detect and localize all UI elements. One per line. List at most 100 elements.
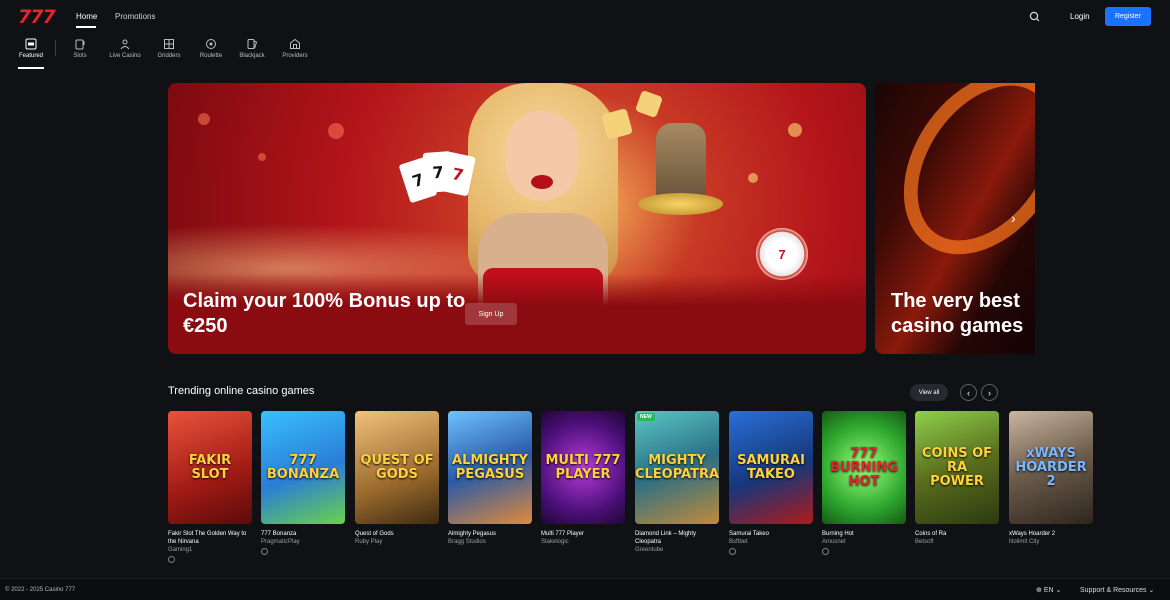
- featured-icon: [25, 38, 37, 50]
- category-featured[interactable]: Featured: [9, 38, 53, 59]
- globe-icon: ⊕: [1036, 587, 1042, 594]
- game-provider: Bragg Studios: [448, 539, 486, 545]
- divider: [55, 40, 56, 56]
- language-selector[interactable]: ⊕ EN ⌄: [1036, 586, 1061, 594]
- category-label: Gridders: [157, 53, 181, 59]
- gold-coins: [638, 193, 723, 215]
- hero2-title-line: casino games: [891, 315, 1024, 337]
- category-live-casino[interactable]: Live Casino: [103, 38, 147, 59]
- game-card[interactable]: FAKIR SLOT Fakir Slot The Golden Way to …: [168, 411, 252, 563]
- sign-up-button[interactable]: Sign Up: [465, 303, 517, 325]
- bokeh-light: [198, 113, 210, 125]
- game-thumbnail[interactable]: xWAYS HOARDER 2: [1009, 411, 1093, 524]
- cards-icon: [247, 39, 258, 49]
- game-name[interactable]: Diamond Link – Mighty Cleopatra: [635, 530, 719, 546]
- info-icon[interactable]: [822, 548, 829, 555]
- category-label: Providers: [282, 53, 308, 59]
- nav-home[interactable]: Home: [76, 12, 97, 21]
- support-resources-dropdown[interactable]: Support & Resources ⌄: [1080, 586, 1154, 594]
- category-label: Live Casino: [109, 53, 141, 59]
- category-blackjack[interactable]: Blackjack: [230, 38, 274, 59]
- chip-label: 7: [778, 246, 786, 262]
- game-provider: Ruby Play: [355, 539, 383, 545]
- game-thumbnail[interactable]: QUEST OF GODS: [355, 411, 439, 524]
- game-name[interactable]: Coins of Ra: [915, 530, 999, 538]
- game-thumbnail[interactable]: MULTI 777 PLAYER: [541, 411, 625, 524]
- hero2-title: The very best casino games: [891, 289, 1035, 339]
- info-icon[interactable]: [729, 548, 736, 555]
- category-gridders[interactable]: Gridders: [147, 38, 191, 59]
- grid-icon: [164, 39, 174, 49]
- info-icon[interactable]: [261, 548, 268, 555]
- category-slots[interactable]: Slots: [58, 38, 102, 59]
- roulette-icon: [206, 39, 216, 49]
- category-roulette[interactable]: Roulette: [189, 38, 233, 59]
- register-button[interactable]: Register: [1105, 7, 1151, 26]
- bokeh-light: [748, 173, 758, 183]
- game-thumbnail[interactable]: 777 BONANZA: [261, 411, 345, 524]
- footer: © 2022 - 2025 Casino 777 ⊕ EN ⌄ Support …: [0, 578, 1170, 600]
- casino-chip: 7: [756, 228, 808, 280]
- game-card[interactable]: 777 BONANZA 777 Bonanza PragmaticPlay: [261, 411, 345, 555]
- game-name[interactable]: Almighty Pegasus: [448, 530, 532, 538]
- game-art-title: SAMURAI TAKEO: [737, 452, 805, 482]
- game-name[interactable]: xWays Hoarder 2: [1009, 530, 1093, 538]
- game-art-title: 777 BURNING HOT: [830, 445, 898, 489]
- view-all-button[interactable]: View all: [910, 384, 948, 401]
- game-art-title: ALMIGHTY PEGASUS: [452, 452, 528, 482]
- game-card[interactable]: SAMURAI TAKEO Samurai Takeo Bsftbet: [729, 411, 813, 555]
- bokeh-light: [328, 123, 344, 139]
- category-label: Featured: [18, 53, 43, 59]
- bokeh-light: [258, 153, 266, 161]
- game-name[interactable]: Fakir Slot The Golden Way to the Nirvana: [168, 530, 252, 546]
- game-card[interactable]: xWAYS HOARDER 2 xWays Hoarder 2 Nolimit …: [1009, 411, 1093, 546]
- game-thumbnail[interactable]: NEW MIGHTY CLEOPATRA: [635, 411, 719, 524]
- game-thumbnail[interactable]: ALMIGHTY PEGASUS: [448, 411, 532, 524]
- game-name[interactable]: 777 Bonanza: [261, 530, 345, 538]
- carousel-next-icon[interactable]: ›: [1011, 210, 1016, 226]
- flame-swirl: [875, 83, 1035, 286]
- search-icon[interactable]: [1028, 10, 1042, 24]
- game-thumbnail[interactable]: SAMURAI TAKEO: [729, 411, 813, 524]
- game-card[interactable]: ALMIGHTY PEGASUS Almighty Pegasus Bragg …: [448, 411, 532, 546]
- game-art-title: xWAYS HOARDER 2: [1015, 445, 1087, 489]
- category-label: Blackjack: [239, 53, 265, 59]
- game-thumbnail[interactable]: FAKIR SLOT: [168, 411, 252, 524]
- support-label: Support & Resources: [1080, 587, 1147, 594]
- next-arrow-icon[interactable]: ›: [981, 384, 998, 401]
- chevron-down-icon: ⌄: [1055, 587, 1062, 594]
- hero-banner[interactable]: 7 7 7 7 Claim your 100% Bonus up to €250…: [168, 83, 866, 354]
- game-card[interactable]: NEW MIGHTY CLEOPATRA Diamond Link – Migh…: [635, 411, 719, 554]
- game-provider: Gaming1: [168, 547, 193, 553]
- game-card[interactable]: QUEST OF GODS Quest of Gods Ruby Play: [355, 411, 439, 546]
- game-art-title: COINS OF RA POWER: [921, 445, 993, 489]
- category-label: Slots: [73, 53, 87, 59]
- nav-active-indicator: [76, 26, 96, 28]
- section-title: Trending online casino games: [168, 385, 315, 397]
- woman-mouth: [531, 175, 553, 189]
- playing-cards: 7 7 7: [398, 148, 484, 208]
- language-code: EN: [1043, 587, 1054, 594]
- category-active-indicator: [18, 67, 44, 69]
- previous-arrow-icon[interactable]: ‹: [960, 384, 977, 401]
- dice: [601, 108, 633, 140]
- game-card[interactable]: 777 BURNING HOT Burning Hot Amusnet: [822, 411, 906, 555]
- game-art-title: FAKIR SLOT: [188, 452, 232, 482]
- nav-promotions[interactable]: Promotions: [115, 12, 155, 21]
- category-providers[interactable]: Providers: [273, 38, 317, 59]
- site-logo[interactable]: 777: [18, 6, 56, 28]
- game-thumbnail[interactable]: COINS OF RA POWER: [915, 411, 999, 524]
- game-card[interactable]: MULTI 777 PLAYER Multi 777 Player Stakel…: [541, 411, 625, 546]
- game-name[interactable]: Samurai Takeo: [729, 530, 813, 538]
- game-art-title: QUEST OF GODS: [360, 452, 434, 482]
- game-card[interactable]: COINS OF RA POWER Coins of Ra Betsoft: [915, 411, 999, 546]
- game-name[interactable]: Quest of Gods: [355, 530, 439, 538]
- game-provider: Amusnet: [822, 539, 846, 545]
- copyright-text: © 2022 - 2025 Casino 777: [5, 587, 76, 593]
- login-button[interactable]: Login: [1070, 12, 1090, 21]
- game-thumbnail[interactable]: 777 BURNING HOT: [822, 411, 906, 524]
- hero-title: Claim your 100% Bonus up to €250: [183, 290, 466, 337]
- info-icon[interactable]: [168, 556, 175, 563]
- game-name[interactable]: Multi 777 Player: [541, 530, 625, 538]
- game-name[interactable]: Burning Hot: [822, 530, 906, 538]
